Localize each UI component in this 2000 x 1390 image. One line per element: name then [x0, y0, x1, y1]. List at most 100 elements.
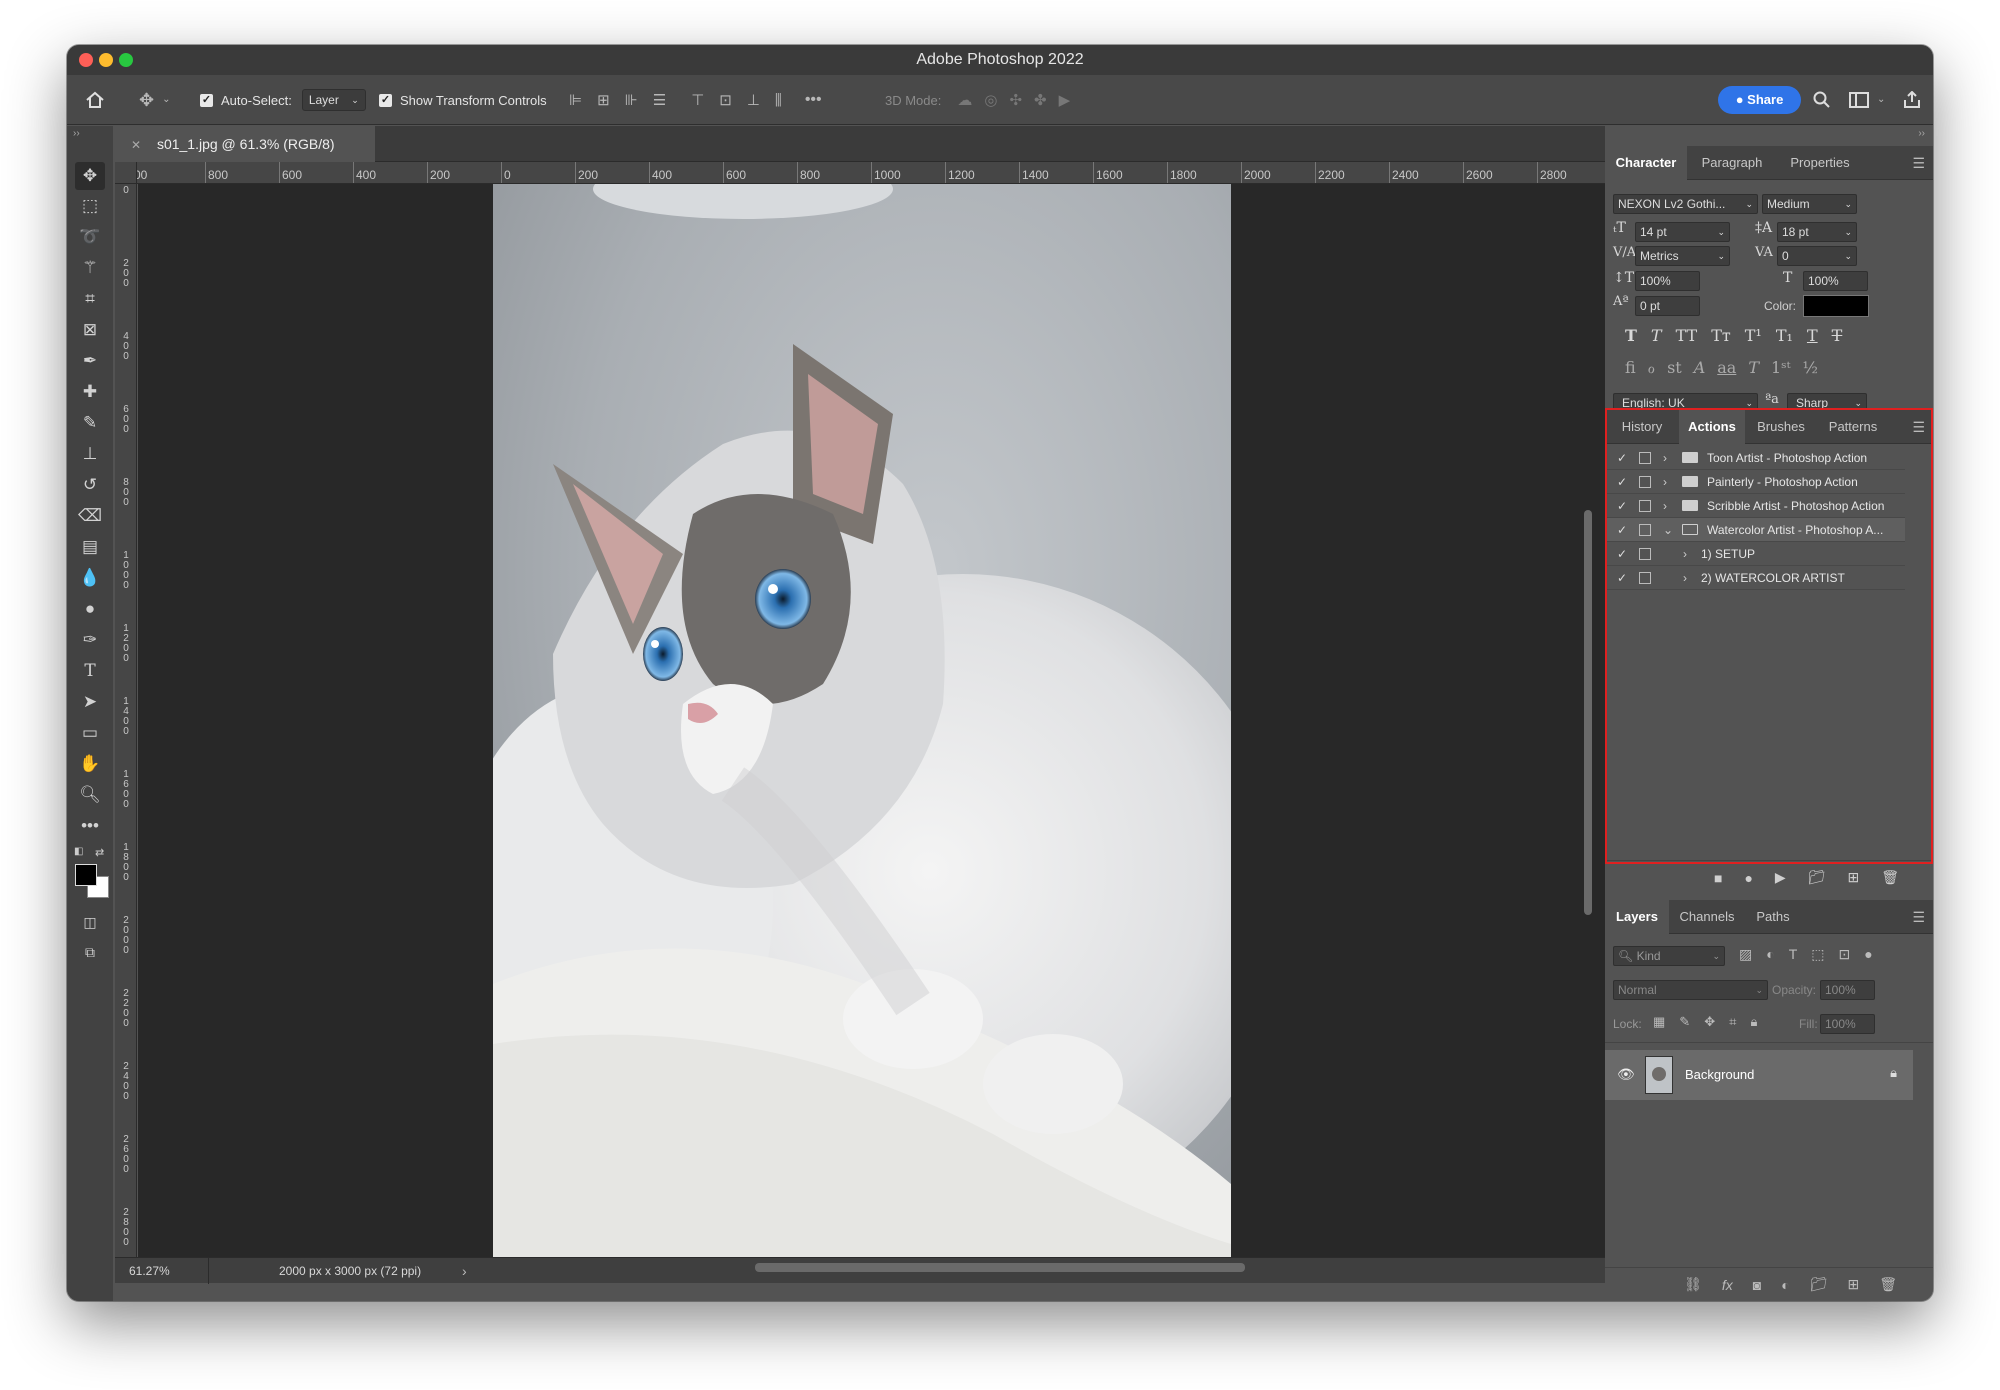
- marquee-tool-icon[interactable]: ⬚: [75, 192, 105, 220]
- brush-tool-icon[interactable]: ✎: [75, 409, 105, 437]
- tab-paths[interactable]: Paths: [1745, 900, 1801, 934]
- collapse-arrow-icon[interactable]: ⌄: [1663, 518, 1673, 542]
- visibility-eye-icon[interactable]: 👁︎: [1617, 1066, 1635, 1083]
- titling-alternates-icon[interactable]: T: [1748, 358, 1759, 377]
- lock-transparency-icon[interactable]: ▦: [1653, 1014, 1665, 1030]
- adjustment-layer-icon[interactable]: ◐: [1781, 1277, 1789, 1293]
- expand-arrow-icon[interactable]: ›: [1683, 566, 1687, 590]
- export-icon[interactable]: [1903, 91, 1921, 109]
- discretionary-ligatures-icon[interactable]: st: [1667, 358, 1682, 377]
- kerning-select[interactable]: Metrics ⌄: [1635, 246, 1730, 266]
- new-action-icon[interactable]: ⊞: [1847, 869, 1859, 886]
- rectangle-tool-icon[interactable]: ▭: [75, 719, 105, 747]
- filter-adjustment-icon[interactable]: ◐: [1766, 946, 1774, 963]
- close-tab-icon[interactable]: ✕: [131, 138, 141, 152]
- path-selection-tool-icon[interactable]: ➤: [75, 688, 105, 716]
- character-panel-menu-icon[interactable]: ☰: [1912, 146, 1925, 180]
- maximize-window-button[interactable]: [119, 53, 133, 67]
- action-row[interactable]: ✓ › Toon Artist - Photoshop Action: [1605, 446, 1905, 470]
- action-row[interactable]: ✓ › 1) SETUP: [1605, 542, 1905, 566]
- subscript-icon[interactable]: T₁: [1776, 326, 1793, 345]
- canvas-area[interactable]: [138, 184, 1652, 1257]
- text-color-swatch[interactable]: [1803, 295, 1869, 317]
- expand-arrow-icon[interactable]: ›: [1663, 470, 1667, 494]
- workspace-icon[interactable]: [1849, 92, 1869, 108]
- font-size-field[interactable]: 14 pt ⌄: [1635, 222, 1730, 242]
- horizontal-scale-field[interactable]: 100%: [1803, 271, 1868, 291]
- small-caps-icon[interactable]: Tᴛ: [1711, 326, 1731, 345]
- tab-character[interactable]: Character: [1605, 146, 1687, 180]
- layer-style-icon[interactable]: fx: [1722, 1277, 1733, 1293]
- action-row[interactable]: ✓ ⌄ Watercolor Artist - Photoshop A...: [1605, 518, 1905, 542]
- record-icon[interactable]: ●: [1744, 870, 1752, 886]
- close-window-button[interactable]: [79, 53, 93, 67]
- healing-brush-tool-icon[interactable]: ✚: [75, 378, 105, 406]
- lock-position-icon[interactable]: ✥: [1704, 1014, 1715, 1030]
- quick-mask-icon[interactable]: ◫: [75, 908, 105, 936]
- lasso-tool-icon[interactable]: ➰: [75, 223, 105, 251]
- action-dialog-toggle-icon[interactable]: [1639, 548, 1651, 560]
- action-toggle-check-icon[interactable]: ✓: [1617, 494, 1627, 518]
- layers-panel-menu-icon[interactable]: ☰: [1912, 900, 1925, 934]
- new-set-icon[interactable]: 📁︎: [1808, 869, 1826, 886]
- stop-recording-icon[interactable]: ■: [1714, 870, 1722, 886]
- history-brush-tool-icon[interactable]: ↺: [75, 471, 105, 499]
- align-bottom-icon[interactable]: ⊥: [747, 93, 760, 108]
- show-transform-checkbox[interactable]: ✓: [379, 93, 392, 107]
- tab-layers[interactable]: Layers: [1605, 900, 1669, 934]
- action-dialog-toggle-icon[interactable]: [1639, 572, 1651, 584]
- tracking-field[interactable]: 0 ⌄: [1777, 246, 1857, 266]
- collapse-panels-icon[interactable]: ››: [1918, 128, 1925, 139]
- distribute-h-icon[interactable]: ☰: [653, 93, 666, 108]
- action-toggle-check-icon[interactable]: ✓: [1617, 470, 1627, 494]
- collapse-tools-icon[interactable]: ››: [73, 128, 80, 139]
- action-row[interactable]: ✓ › 2) WATERCOLOR ARTIST: [1605, 566, 1905, 590]
- workspace-chevron-icon[interactable]: ⌄: [1877, 95, 1885, 105]
- action-dialog-toggle-icon[interactable]: [1639, 476, 1651, 488]
- stylistic-alternates-icon[interactable]: aa: [1717, 358, 1736, 377]
- ligatures-icon[interactable]: ﬁ: [1625, 358, 1636, 377]
- filter-pixel-icon[interactable]: ▨: [1739, 946, 1752, 963]
- filter-shape-icon[interactable]: ⬚: [1811, 946, 1824, 963]
- expand-arrow-icon[interactable]: ›: [1663, 494, 1667, 518]
- vertical-scrollbar[interactable]: [1584, 510, 1592, 915]
- vertical-scale-field[interactable]: 100%: [1635, 271, 1700, 291]
- add-mask-icon[interactable]: ◙: [1753, 1277, 1761, 1293]
- align-center-h-icon[interactable]: ⊞: [597, 93, 610, 108]
- play-icon[interactable]: ▶: [1775, 869, 1786, 886]
- pan-3d-icon[interactable]: ✣: [1009, 93, 1022, 108]
- default-colors-icon[interactable]: ◧: [74, 846, 83, 857]
- tab-paragraph[interactable]: Paragraph: [1687, 146, 1777, 180]
- layer-filter-kind[interactable]: 🔍︎ Kind ⌄: [1613, 946, 1725, 966]
- foreground-color-swatch[interactable]: [75, 864, 97, 886]
- action-dialog-toggle-icon[interactable]: [1639, 452, 1651, 464]
- lock-pixels-icon[interactable]: ✎: [1679, 1014, 1690, 1030]
- screen-mode-icon[interactable]: ⧉: [75, 938, 105, 966]
- action-row[interactable]: ✓ › Painterly - Photoshop Action: [1605, 470, 1905, 494]
- zoom-level[interactable]: 61.27%: [129, 1264, 170, 1278]
- all-caps-icon[interactable]: TT: [1676, 326, 1698, 345]
- blur-tool-icon[interactable]: 💧: [75, 564, 105, 592]
- scale-3d-icon[interactable]: ▶: [1059, 93, 1071, 108]
- frame-tool-icon[interactable]: ⊠: [75, 316, 105, 344]
- expand-arrow-icon[interactable]: ›: [1683, 542, 1687, 566]
- tab-brushes[interactable]: Brushes: [1745, 410, 1817, 444]
- swap-colors-icon[interactable]: ⇄: [95, 846, 104, 859]
- link-layers-icon[interactable]: ⛓︎: [1684, 1276, 1702, 1293]
- magic-wand-tool-icon[interactable]: ⚚: [75, 254, 105, 282]
- minimize-window-button[interactable]: [99, 53, 113, 67]
- move-tool-icon[interactable]: ✥: [75, 162, 105, 190]
- tab-history[interactable]: History: [1605, 410, 1679, 444]
- filter-toggle-icon[interactable]: ●: [1864, 946, 1872, 963]
- eraser-tool-icon[interactable]: ⌫: [75, 502, 105, 530]
- action-toggle-check-icon[interactable]: ✓: [1617, 518, 1627, 542]
- status-menu-chevron-icon[interactable]: ›: [462, 1263, 467, 1279]
- move-tool-preset[interactable]: ✥ ⌄: [139, 75, 170, 125]
- action-dialog-toggle-icon[interactable]: [1639, 500, 1651, 512]
- pen-tool-icon[interactable]: ✑: [75, 626, 105, 654]
- strikethrough-icon[interactable]: T: [1832, 326, 1843, 345]
- dodge-tool-icon[interactable]: ●: [75, 595, 105, 623]
- more-options-icon[interactable]: •••: [805, 92, 822, 108]
- baseline-shift-field[interactable]: 0 pt: [1635, 296, 1700, 316]
- search-icon[interactable]: [1813, 91, 1831, 109]
